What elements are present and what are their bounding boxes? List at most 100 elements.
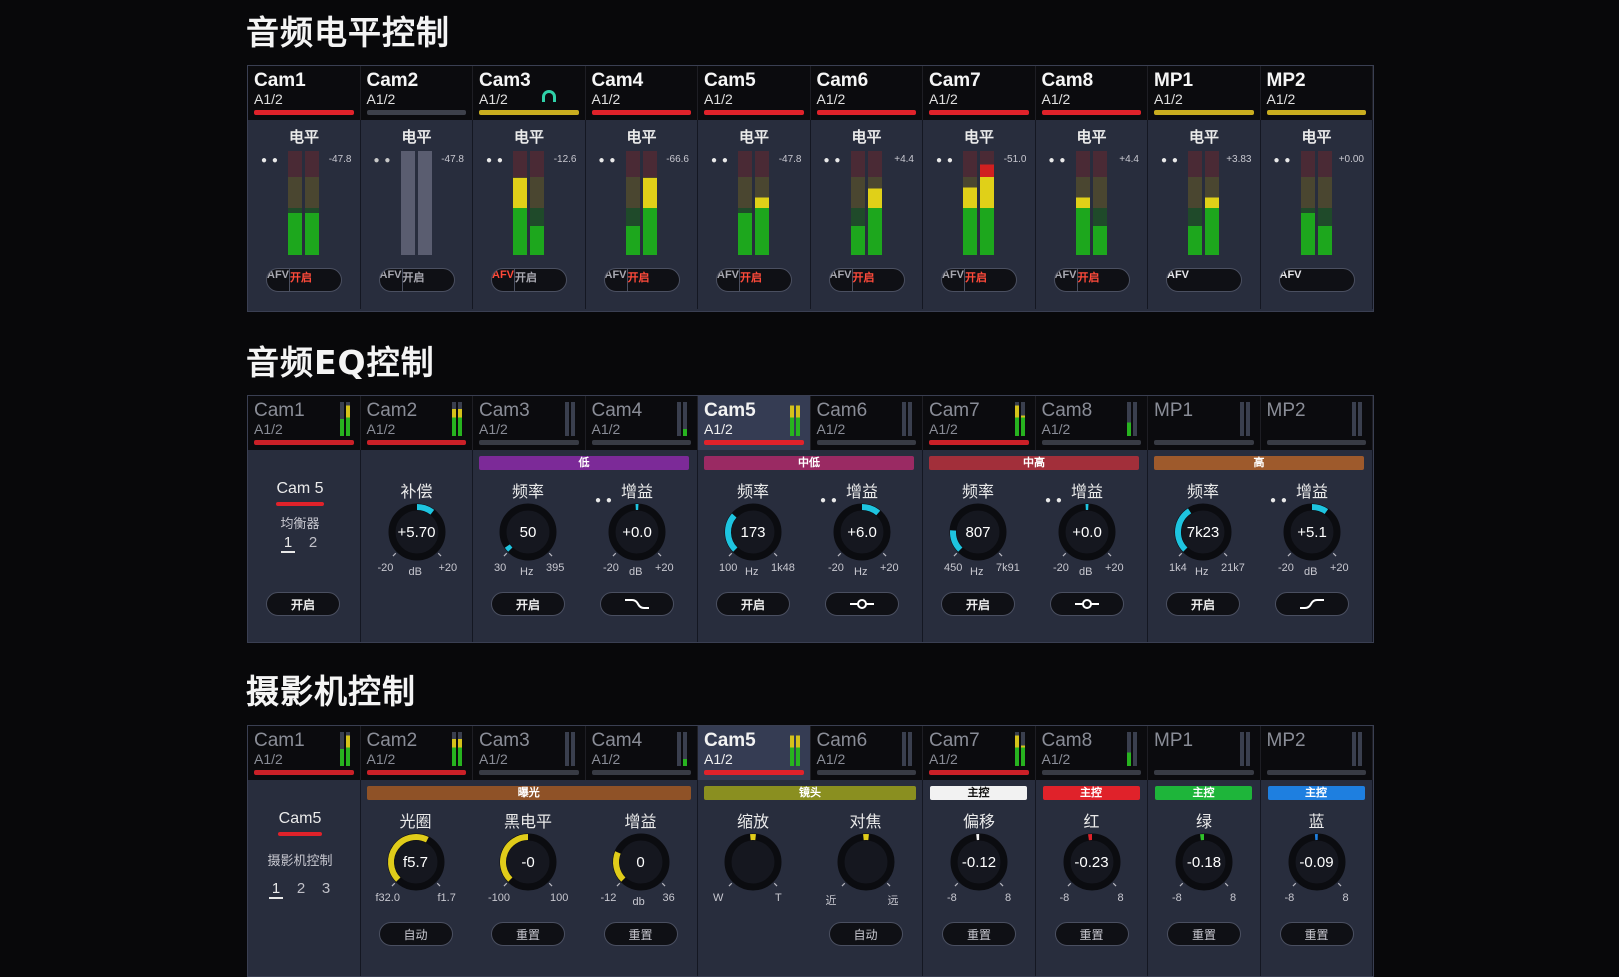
master-knob-3[interactable]: -0.18	[1169, 827, 1239, 897]
camera-tab-cam5[interactable]: Cam5A1/2	[698, 726, 811, 780]
on-label[interactable]: 开启	[965, 269, 987, 291]
band-gain-knob[interactable]: +0.0	[602, 497, 672, 567]
afv-label[interactable]: AFV	[492, 269, 515, 291]
master-reset-button-4[interactable]: 重置	[1280, 922, 1354, 946]
afv-label[interactable]: AFV	[830, 269, 853, 291]
band-gain-knob[interactable]: +6.0	[827, 497, 897, 567]
afv-label[interactable]: AFV	[942, 269, 965, 291]
camera-tab-cam6[interactable]: Cam6A1/2	[811, 726, 924, 780]
headphone-icon[interactable]	[542, 90, 556, 102]
exposure-button-1[interactable]: 自动	[379, 922, 453, 946]
exposure-knob-3[interactable]: 0	[606, 827, 676, 897]
eq-tab-cam5[interactable]: Cam5A1/2	[698, 396, 811, 450]
camera-tab-cam1[interactable]: Cam1A1/2	[248, 726, 361, 780]
exposure-knob-2[interactable]: -0	[493, 827, 563, 897]
eq-page-1[interactable]: 1	[281, 534, 295, 553]
level-tab-cam6[interactable]: Cam6A1/2	[811, 66, 924, 120]
lens-button-2[interactable]: 自动	[829, 922, 903, 946]
exposure-knob-1[interactable]: f5.7	[381, 827, 451, 897]
on-label[interactable]: 开启	[853, 269, 875, 291]
camera-page-2[interactable]: 2	[294, 880, 308, 897]
on-label[interactable]: 开启	[515, 269, 537, 291]
master-reset-button-3[interactable]: 重置	[1167, 922, 1241, 946]
camera-tab-cam7[interactable]: Cam7A1/2	[923, 726, 1036, 780]
on-label[interactable]: 开启	[628, 269, 650, 291]
afv-toggle[interactable]: AFV开启	[266, 268, 342, 292]
master-reset-button-2[interactable]: 重置	[1055, 922, 1129, 946]
afv-label[interactable]: AFV	[605, 269, 628, 291]
exposure-button-3[interactable]: 重置	[604, 922, 678, 946]
filter-shape-button[interactable]	[1275, 592, 1349, 616]
master-knob-1[interactable]: -0.12	[944, 827, 1014, 897]
band-on-button[interactable]: 开启	[1166, 592, 1240, 616]
afv-toggle[interactable]: AFV开启	[716, 268, 792, 292]
afv-toggle[interactable]: AFV开启	[1054, 268, 1130, 292]
eq-tab-cam3[interactable]: Cam3A1/2	[473, 396, 586, 450]
eq-tab-cam2[interactable]: Cam2A1/2	[361, 396, 474, 450]
band-freq-knob[interactable]: 173	[718, 497, 788, 567]
afv-button[interactable]: AFV	[1279, 268, 1355, 292]
camera-page-3[interactable]: 3	[319, 880, 333, 897]
camera-tab-cam3[interactable]: Cam3A1/2	[473, 726, 586, 780]
master-knob-4[interactable]: -0.09	[1282, 827, 1352, 897]
filter-shape-button[interactable]	[600, 592, 674, 616]
filter-shape-button[interactable]	[1050, 592, 1124, 616]
afv-label[interactable]: AFV	[380, 269, 403, 291]
master-knob-2[interactable]: -0.23	[1057, 827, 1127, 897]
band-freq-knob[interactable]: 7k23	[1168, 497, 1238, 567]
eq-tab-mp1[interactable]: MP1	[1148, 396, 1261, 450]
level-tab-cam1[interactable]: Cam1A1/2	[248, 66, 361, 120]
lens-knob-2[interactable]	[831, 827, 901, 897]
camera-tab-cam8[interactable]: Cam8A1/2	[1036, 726, 1149, 780]
band-gain-knob[interactable]: +0.0	[1052, 497, 1122, 567]
level-tab-cam2[interactable]: Cam2A1/2	[361, 66, 474, 120]
on-label[interactable]: 开启	[1078, 269, 1100, 291]
level-tab-mp2[interactable]: MP2A1/2	[1261, 66, 1374, 120]
camera-tab-cam2[interactable]: Cam2A1/2	[361, 726, 474, 780]
eq-tab-cam6[interactable]: Cam6A1/2	[811, 396, 924, 450]
afv-toggle[interactable]: AFV开启	[604, 268, 680, 292]
eq-on-button[interactable]: 开启	[266, 592, 340, 616]
master-reset-button-1[interactable]: 重置	[942, 922, 1016, 946]
channel-name: Cam2	[367, 70, 419, 92]
on-label[interactable]: 开启	[403, 269, 425, 291]
on-label[interactable]: 开启	[740, 269, 762, 291]
level-tab-cam8[interactable]: Cam8A1/2	[1036, 66, 1149, 120]
eq-tab-cam4[interactable]: Cam4A1/2	[586, 396, 699, 450]
level-tab-cam7[interactable]: Cam7A1/2	[923, 66, 1036, 120]
exposure-button-2[interactable]: 重置	[491, 922, 565, 946]
band-on-button[interactable]: 开启	[716, 592, 790, 616]
band-freq-knob[interactable]: 50	[493, 497, 563, 567]
eq-tab-cam1[interactable]: Cam1A1/2	[248, 396, 361, 450]
afv-label[interactable]: AFV	[717, 269, 740, 291]
band-on-button[interactable]: 开启	[941, 592, 1015, 616]
filter-shape-button[interactable]	[825, 592, 899, 616]
eq-tab-cam8[interactable]: Cam8A1/2	[1036, 396, 1149, 450]
lens-knob-1[interactable]	[718, 827, 788, 897]
band-on-button[interactable]: 开启	[491, 592, 565, 616]
eq-tab-cam7[interactable]: Cam7A1/2	[923, 396, 1036, 450]
eq-page-2[interactable]: 2	[306, 534, 320, 551]
eq-tab-mp2[interactable]: MP2	[1261, 396, 1374, 450]
compensation-knob[interactable]: +5.70	[382, 497, 452, 567]
band-gain-knob[interactable]: +5.1	[1277, 497, 1347, 567]
afv-label[interactable]: AFV	[267, 269, 290, 291]
band-freq-knob[interactable]: 807	[943, 497, 1013, 567]
camera-tab-cam4[interactable]: Cam4A1/2	[586, 726, 699, 780]
afv-toggle[interactable]: AFV开启	[491, 268, 567, 292]
afv-toggle[interactable]: AFV开启	[829, 268, 905, 292]
afv-label[interactable]: AFV	[1280, 269, 1302, 291]
afv-toggle[interactable]: AFV开启	[941, 268, 1017, 292]
afv-button[interactable]: AFV	[1166, 268, 1242, 292]
level-tab-cam5[interactable]: Cam5A1/2	[698, 66, 811, 120]
camera-tab-mp1[interactable]: MP1	[1148, 726, 1261, 780]
camera-page-1[interactable]: 1	[269, 880, 283, 899]
on-label[interactable]: 开启	[290, 269, 312, 291]
level-tab-cam3[interactable]: Cam3A1/2	[473, 66, 586, 120]
afv-toggle[interactable]: AFV开启	[379, 268, 455, 292]
camera-tab-mp2[interactable]: MP2	[1261, 726, 1374, 780]
level-tab-cam4[interactable]: Cam4A1/2	[586, 66, 699, 120]
afv-label[interactable]: AFV	[1055, 269, 1078, 291]
level-tab-mp1[interactable]: MP1A1/2	[1148, 66, 1261, 120]
afv-label[interactable]: AFV	[1167, 269, 1189, 291]
